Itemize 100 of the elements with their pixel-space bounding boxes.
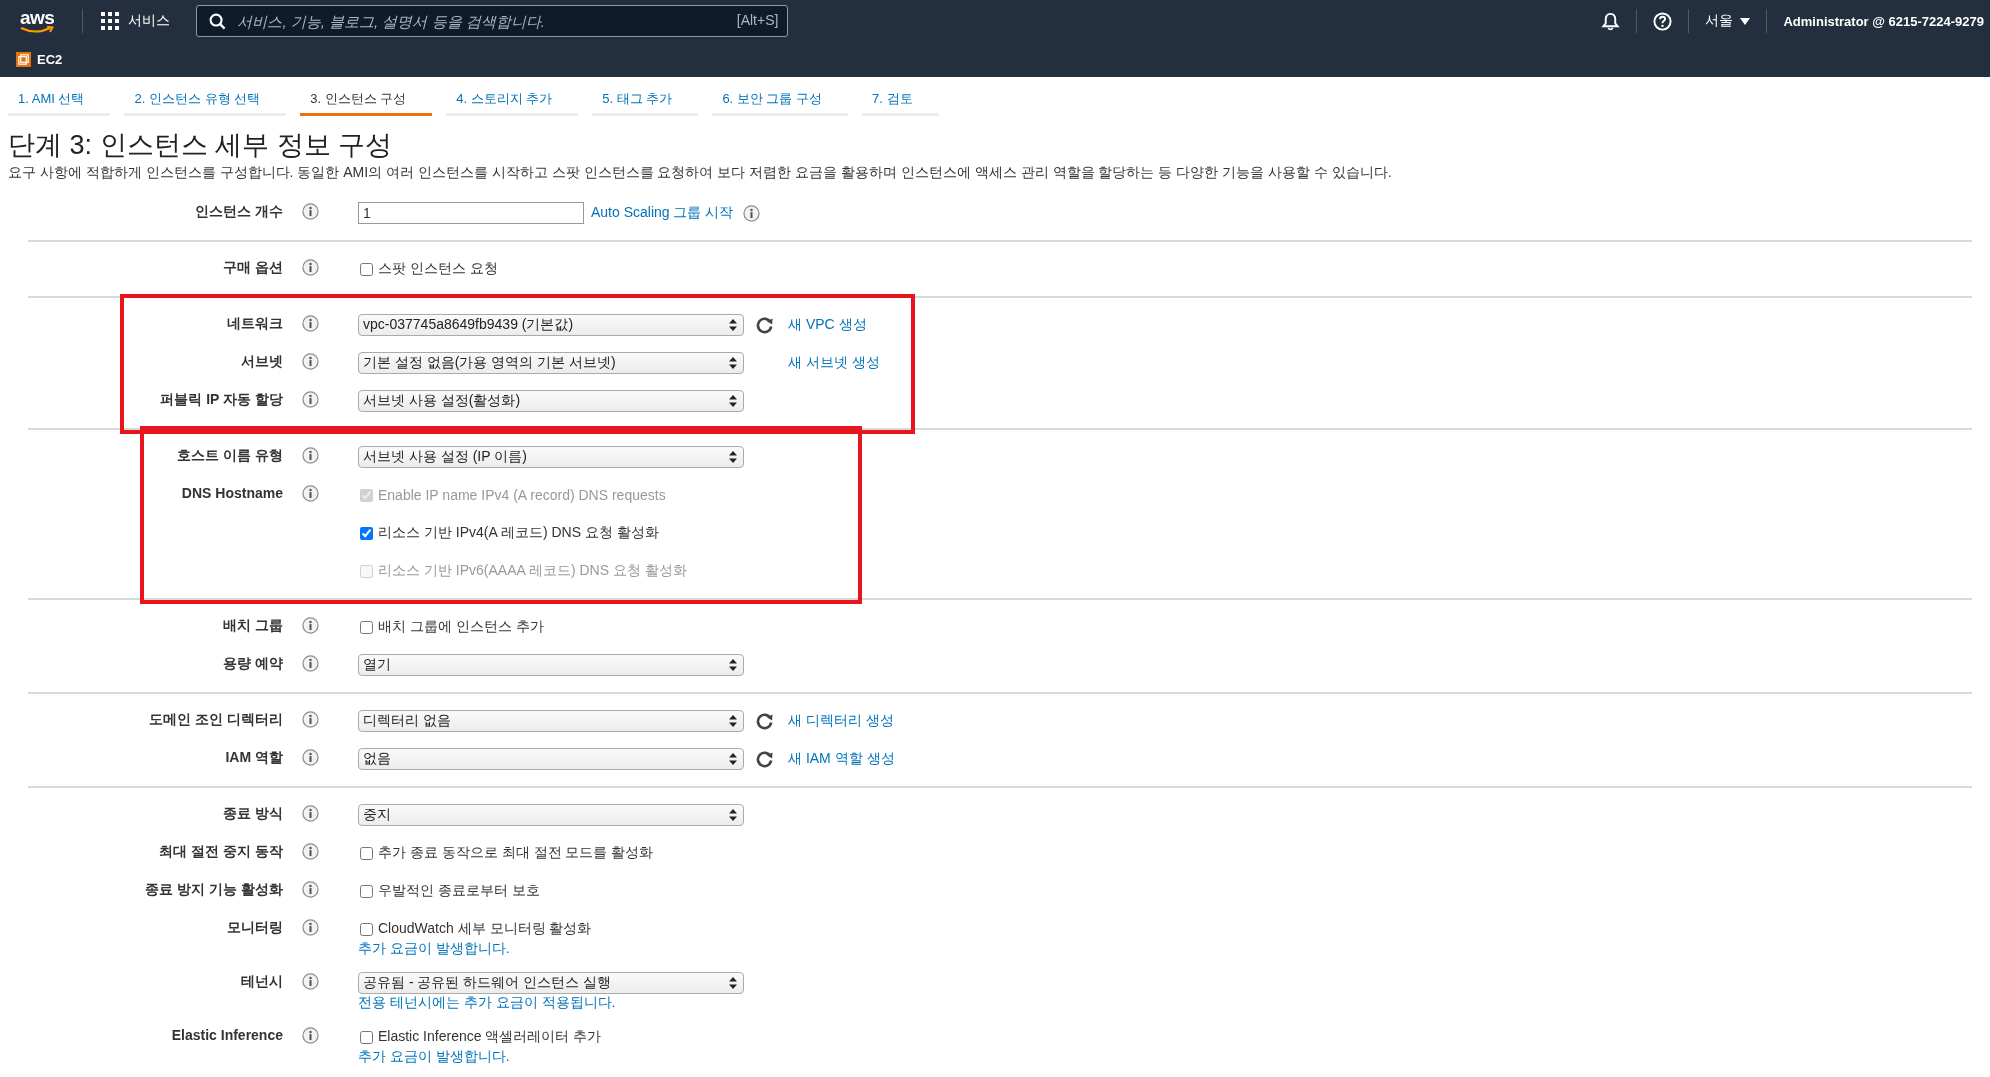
info-icon[interactable] bbox=[302, 485, 319, 502]
create-link[interactable]: 새 IAM 역할 생성 bbox=[788, 750, 895, 768]
info-icon[interactable] bbox=[302, 919, 319, 936]
field-label: 배치 그룹 bbox=[222, 617, 283, 635]
select-dropdown[interactable]: 서브넷 사용 설정 (IP 이름) bbox=[358, 446, 744, 468]
pricing-note: 추가 요금이 발생합니다. bbox=[358, 940, 510, 958]
checkbox-label: 배치 그룹에 인스턴스 추가 bbox=[378, 618, 544, 636]
info-icon[interactable] bbox=[302, 655, 319, 672]
checkbox-label: 스팟 인스턴스 요청 bbox=[378, 260, 498, 278]
field-label: 테넌시 bbox=[240, 973, 283, 991]
info-icon[interactable] bbox=[302, 843, 319, 860]
dropdown-arrows-icon bbox=[729, 809, 737, 821]
select-dropdown[interactable]: 중지 bbox=[358, 804, 744, 826]
pricing-note: 전용 테넌시에는 추가 요금이 적용됩니다. bbox=[358, 994, 616, 1012]
dropdown-arrows-icon bbox=[729, 715, 737, 727]
dropdown-arrows-icon bbox=[729, 319, 737, 331]
info-icon[interactable] bbox=[302, 259, 319, 276]
checkbox[interactable] bbox=[360, 922, 373, 936]
grid-menu-icon[interactable] bbox=[101, 12, 120, 30]
field-label: DNS Hostname bbox=[180, 485, 283, 501]
checkbox-label: 리소스 기반 IPv6(AAAA 레코드) DNS 요청 활성화 bbox=[378, 562, 687, 580]
info-icon[interactable] bbox=[302, 749, 319, 766]
field-label: IAM 역할 bbox=[224, 749, 283, 767]
create-link[interactable]: 새 서브넷 생성 bbox=[788, 354, 880, 372]
dropdown-arrows-icon bbox=[729, 659, 737, 671]
select-dropdown[interactable]: 서브넷 사용 설정(활성화) bbox=[358, 390, 744, 412]
refresh-icon[interactable] bbox=[755, 315, 774, 335]
shortcut-hint: [Alt+S] bbox=[736, 12, 779, 28]
wizard-step-tab[interactable]: 1. AMI 선택 bbox=[8, 84, 111, 116]
region-menu[interactable]: 서울 bbox=[1705, 12, 1734, 30]
dropdown-arrows-icon bbox=[729, 977, 737, 989]
checkbox-label: 추가 종료 동작으로 최대 절전 모드를 활성화 bbox=[378, 844, 654, 862]
wizard-step-tab[interactable]: 6. 보안 그룹 구성 bbox=[712, 84, 849, 116]
info-icon[interactable] bbox=[302, 617, 319, 634]
dropdown-arrows-icon bbox=[729, 451, 737, 463]
info-icon[interactable] bbox=[302, 805, 319, 822]
create-link[interactable]: 새 VPC 생성 bbox=[788, 316, 867, 334]
info-icon[interactable] bbox=[302, 391, 319, 408]
info-icon[interactable] bbox=[302, 203, 319, 220]
checkbox[interactable] bbox=[360, 884, 373, 898]
field-label: 서브넷 bbox=[240, 353, 283, 371]
field-label: 네트워크 bbox=[226, 315, 283, 333]
field-label: 호스트 이름 유형 bbox=[176, 447, 283, 465]
service-link[interactable]: EC2 bbox=[37, 52, 63, 67]
refresh-icon[interactable] bbox=[755, 711, 774, 731]
pricing-note: 추가 요금이 발생합니다. bbox=[358, 1048, 510, 1066]
info-icon[interactable] bbox=[302, 1027, 319, 1044]
create-link[interactable]: 새 디렉터리 생성 bbox=[788, 712, 894, 730]
create-link[interactable]: Auto Scaling 그룹 시작 bbox=[591, 204, 734, 222]
field-label: 종료 방식 bbox=[222, 805, 283, 823]
select-dropdown[interactable]: 공유됨 - 공유된 하드웨어 인스턴스 실행 bbox=[358, 972, 744, 994]
info-icon[interactable] bbox=[302, 973, 319, 990]
checkbox[interactable] bbox=[360, 620, 373, 634]
select-dropdown[interactable]: 열기 bbox=[358, 654, 744, 676]
text-input[interactable]: 1 bbox=[358, 202, 584, 224]
wizard-step-tab[interactable]: 2. 인스턴스 유형 선택 bbox=[124, 84, 287, 116]
checkbox[interactable] bbox=[360, 1030, 373, 1044]
info-icon[interactable] bbox=[302, 881, 319, 898]
field-label: 인스턴스 개수 bbox=[194, 203, 283, 221]
field-label: 도메인 조인 디렉터리 bbox=[148, 711, 283, 729]
page-title: 단계 3: 인스턴스 세부 정보 구성 bbox=[8, 129, 394, 162]
select-dropdown[interactable]: vpc-037745a8649fb9439 (기본값) bbox=[358, 314, 744, 336]
info-icon[interactable] bbox=[302, 353, 319, 370]
refresh-icon[interactable] bbox=[755, 749, 774, 769]
search-icon bbox=[209, 13, 227, 30]
select-dropdown[interactable]: 기본 설정 없음(가용 영역의 기본 서브넷) bbox=[358, 352, 744, 374]
select-dropdown[interactable]: 없음 bbox=[358, 748, 744, 770]
dropdown-arrows-icon bbox=[729, 357, 737, 369]
wizard-step-tab[interactable]: 7. 검토 bbox=[862, 84, 939, 116]
checkbox[interactable] bbox=[360, 262, 373, 276]
aws-logo[interactable]: aws bbox=[20, 8, 55, 34]
field-label: 모니터링 bbox=[226, 919, 283, 937]
checkbox[interactable] bbox=[360, 526, 373, 540]
checkbox-label: Enable IP name IPv4 (A record) DNS requests bbox=[378, 487, 666, 503]
checkbox[interactable] bbox=[360, 846, 373, 860]
field-label: 용량 예약 bbox=[222, 655, 283, 673]
info-icon[interactable] bbox=[743, 204, 761, 222]
checkbox-label: CloudWatch 세부 모니터링 활성화 bbox=[378, 920, 592, 938]
checkbox-label: 리소스 기반 IPv4(A 레코드) DNS 요청 활성화 bbox=[378, 524, 659, 542]
wizard-step-tab[interactable]: 5. 태그 추가 bbox=[592, 84, 699, 116]
checkbox-label: Elastic Inference 액셀러레이터 추가 bbox=[378, 1028, 602, 1046]
info-icon[interactable] bbox=[302, 711, 319, 728]
dropdown-arrows-icon bbox=[729, 395, 737, 407]
ec2-service-icon bbox=[16, 52, 31, 67]
services-menu[interactable]: 서비스 bbox=[128, 12, 171, 30]
field-label: Elastic Inference bbox=[170, 1027, 283, 1043]
wizard-step-tab[interactable]: 3. 인스턴스 구성 bbox=[300, 84, 433, 116]
wizard-step-tab[interactable]: 4. 스토리지 추가 bbox=[446, 84, 579, 116]
field-label: 최대 절전 중지 동작 bbox=[158, 843, 283, 861]
field-label: 구매 옵션 bbox=[222, 259, 283, 277]
account-menu[interactable]: Administrator @ 6215-7224-9279 bbox=[1783, 13, 1984, 29]
caret-down-icon bbox=[1740, 17, 1751, 25]
notification-bell-icon[interactable] bbox=[1601, 11, 1621, 31]
info-icon[interactable] bbox=[302, 447, 319, 464]
page-description: 요구 사항에 적합하게 인스턴스를 구성합니다. 동일한 AMI의 여러 인스턴스를 시작하고 스팟 인스턴스를 요청하여 보다 저렴한 요금을 활용하며 인스턴스에 액세스 관리 역할을 할당하는 등 다양한 기능을 사용할 수 있습니다. bbox=[8, 163, 1393, 182]
select-dropdown[interactable]: 디렉터리 없음 bbox=[358, 710, 744, 732]
field-label: 종료 방지 기능 활성화 bbox=[144, 881, 283, 899]
info-icon[interactable] bbox=[302, 315, 319, 332]
help-icon[interactable] bbox=[1653, 11, 1673, 31]
checkbox-label: 우발적인 종료로부터 보호 bbox=[378, 882, 540, 900]
